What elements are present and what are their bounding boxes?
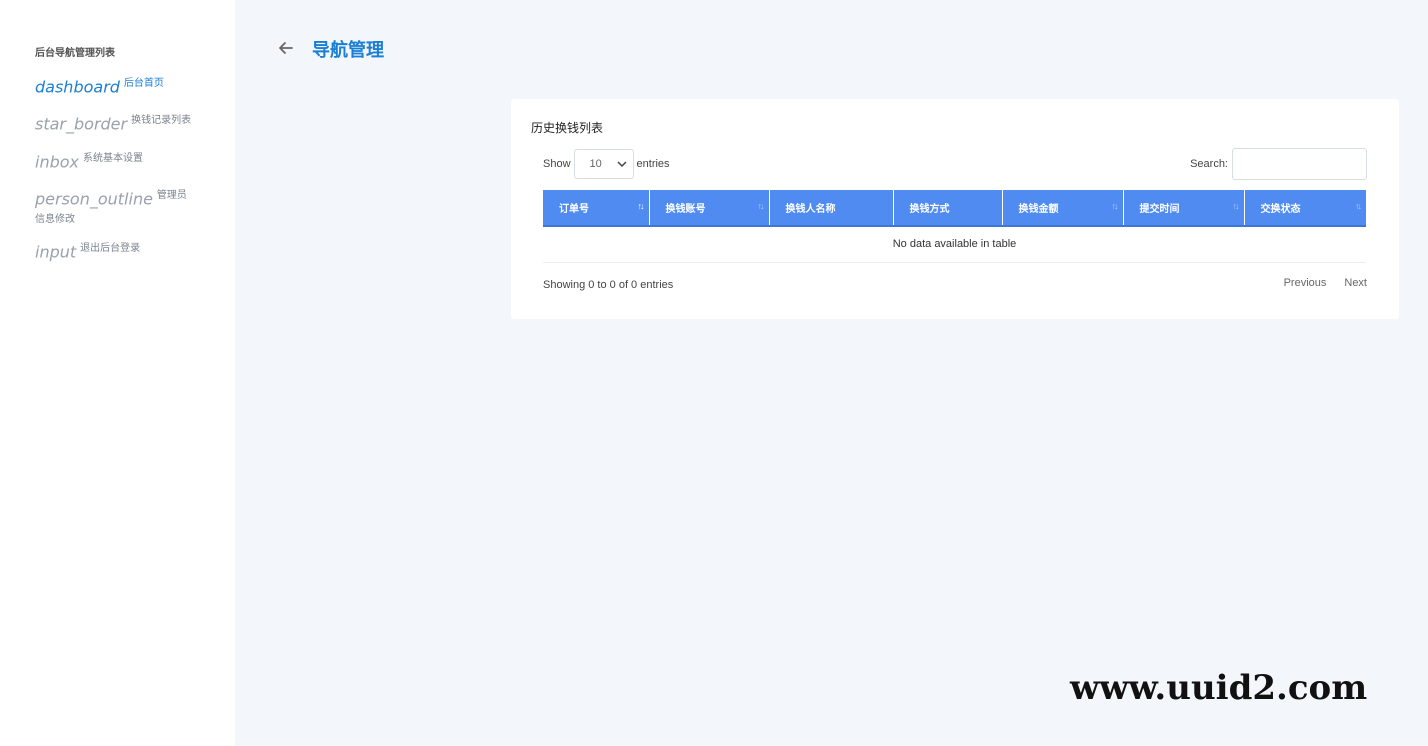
entries-label: entries: [636, 158, 670, 170]
page-title: 导航管理: [312, 40, 384, 60]
watermark: www.uuid2.com: [1070, 668, 1368, 708]
column-header-method[interactable]: 换钱方式: [893, 190, 1003, 227]
person-outline-icon: person_outline: [35, 189, 153, 209]
column-header-status[interactable]: 交换状态 ↑↓: [1244, 190, 1366, 227]
table-row: No data available in table: [543, 226, 1366, 263]
chevron-down-icon: [617, 150, 627, 178]
table-info: Showing 0 to 0 of 0 entries: [543, 279, 674, 291]
sort-icon: ↑↓: [637, 201, 645, 211]
dashboard-icon: dashboard: [35, 77, 120, 97]
sidebar: 后台导航管理列表 dashboard 后台首页 star_border 换钱记录列表…: [0, 0, 235, 746]
sort-icon: ↑↓: [1355, 201, 1362, 211]
next-button[interactable]: Next: [1344, 277, 1367, 289]
sidebar-item-logout[interactable]: input 退出后台登录: [35, 239, 200, 263]
column-header-account[interactable]: 换钱账号 ↑↓: [649, 190, 770, 227]
previous-button[interactable]: Previous: [1284, 277, 1327, 289]
search-control: Search:: [1190, 148, 1367, 180]
star-border-icon: star_border: [35, 114, 128, 134]
entries-select[interactable]: 10: [573, 149, 634, 179]
show-label: Show: [543, 158, 571, 170]
column-header-amount[interactable]: 换钱金额 ↑↓: [1002, 190, 1124, 227]
sidebar-item-label: 换钱记录列表: [131, 115, 192, 126]
inbox-icon: inbox: [35, 152, 79, 172]
sort-icon: ↑↓: [757, 201, 765, 211]
length-control: Show 10 entries: [543, 149, 670, 179]
sidebar-item-dashboard[interactable]: dashboard 后台首页: [35, 74, 200, 98]
search-label: Search:: [1190, 158, 1228, 170]
sidebar-item-label: 后台首页: [123, 78, 164, 89]
sort-icon: ↑↓: [1111, 201, 1119, 211]
sidebar-item-settings[interactable]: inbox 系统基本设置: [35, 149, 200, 173]
column-header-time[interactable]: 提交时间 ↑↓: [1123, 190, 1245, 227]
sidebar-item-admin[interactable]: person_outline 管理员信息修改: [35, 186, 195, 235]
column-header-order-id[interactable]: 订单号 ↑↓: [543, 190, 650, 227]
sort-icon: ↑↓: [1232, 201, 1240, 211]
empty-message: No data available in table: [543, 226, 1366, 263]
column-header-name[interactable]: 换钱人名称: [769, 190, 894, 227]
sidebar-item-records[interactable]: star_border 换钱记录列表: [35, 111, 200, 135]
table-header-row: 订单号 ↑↓ 换钱账号 ↑↓ 换钱人名称 换钱方式 换钱金额 ↑↓ 提交时间 ↑↓ 交换…: [543, 190, 1366, 227]
search-input[interactable]: [1232, 148, 1367, 180]
sidebar-item-label: 退出后台登录: [80, 243, 141, 254]
back-arrow-icon[interactable]: [276, 38, 296, 58]
sidebar-item-label: 系统基本设置: [83, 153, 143, 164]
history-table: 订单号 ↑↓ 换钱账号 ↑↓ 换钱人名称 换钱方式 换钱金额 ↑↓ 提交时间 ↑↓ 交换…: [543, 190, 1366, 263]
pagination: Previous Next: [1284, 277, 1367, 289]
sidebar-heading: 后台导航管理列表: [35, 48, 115, 59]
entries-select-value: 10: [589, 158, 602, 170]
history-card: 历史换钱列表 Show 10 entries Search: 订单号 ↑↓ 换钱账…: [511, 99, 1399, 319]
input-icon: input: [35, 242, 77, 262]
card-title: 历史换钱列表: [531, 121, 604, 135]
